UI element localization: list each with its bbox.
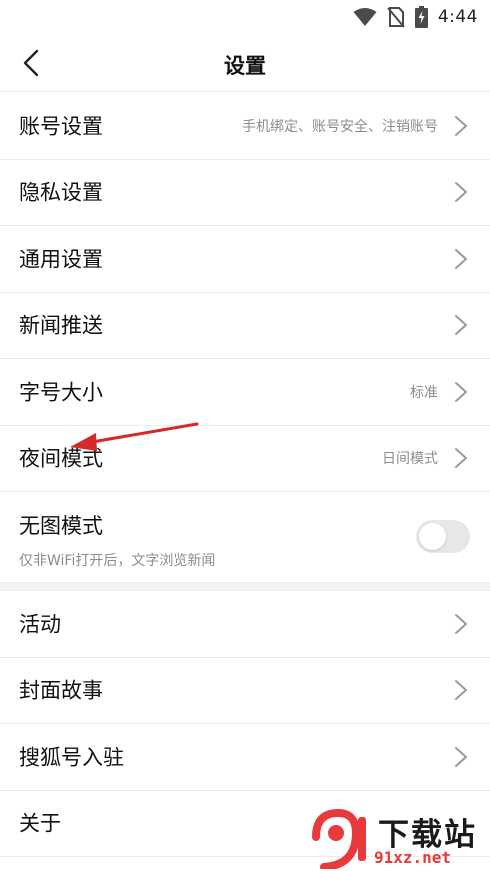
row-label: 新闻推送 — [19, 313, 103, 338]
watermark-mark-icon — [312, 808, 366, 869]
row-label: 无图模式 — [19, 514, 103, 538]
row-label: 搜狐号入驻 — [19, 745, 124, 770]
status-bar: 4:44 — [0, 0, 490, 34]
row-night-mode[interactable]: 夜间模式 日间模式 — [0, 426, 490, 492]
row-privacy-settings[interactable]: 隐私设置 — [0, 160, 490, 226]
chevron-right-icon — [455, 680, 467, 701]
section-divider — [0, 583, 490, 591]
row-label: 字号大小 — [19, 380, 103, 405]
row-label: 通用设置 — [19, 247, 103, 272]
row-cover-story[interactable]: 封面故事 — [0, 658, 490, 724]
status-time: 4:44 — [437, 7, 478, 27]
row-label: 封面故事 — [19, 678, 103, 703]
chevron-right-icon — [455, 315, 467, 336]
chevron-right-icon — [455, 448, 467, 469]
watermark-logo: 下载站 91xz.net — [310, 807, 488, 869]
nav-bar: 设置 — [0, 34, 490, 92]
wifi-icon — [353, 8, 377, 26]
row-hint: 日间模式 — [382, 451, 438, 468]
page-title: 设置 — [224, 54, 266, 78]
chevron-right-icon — [455, 182, 467, 203]
row-hint: 标准 — [410, 384, 438, 401]
row-hint: 手机绑定、账号安全、注销账号 — [242, 118, 438, 135]
battery-charging-icon — [414, 6, 428, 28]
no-sim-icon — [387, 7, 405, 28]
chevron-right-icon — [455, 746, 467, 767]
row-label: 隐私设置 — [19, 180, 103, 205]
row-label: 关于 — [19, 811, 61, 836]
row-account-settings[interactable]: 账号设置 手机绑定、账号安全、注销账号 — [0, 93, 490, 160]
row-label: 账号设置 — [19, 114, 103, 139]
row-label: 夜间模式 — [19, 446, 103, 471]
watermark-url: 91xz.net — [374, 848, 452, 867]
row-sohu-account-join[interactable]: 搜狐号入驻 — [0, 724, 490, 791]
no-image-mode-toggle[interactable] — [416, 520, 470, 553]
chevron-right-icon — [455, 115, 467, 136]
row-general-settings[interactable]: 通用设置 — [0, 226, 490, 293]
chevron-right-icon — [455, 248, 467, 269]
toggle-knob — [419, 523, 446, 550]
chevron-right-icon — [455, 613, 467, 634]
row-no-image-mode: 无图模式 仅非WiFi打开后，文字浏览新闻 — [0, 492, 490, 583]
row-label: 活动 — [19, 612, 61, 637]
row-news-push[interactable]: 新闻推送 — [0, 293, 490, 359]
chevron-right-icon — [455, 381, 467, 402]
row-description: 仅非WiFi打开后，文字浏览新闻 — [19, 553, 216, 569]
row-activities[interactable]: 活动 — [0, 591, 490, 658]
row-font-size[interactable]: 字号大小 标准 — [0, 359, 490, 426]
settings-list: 账号设置 手机绑定、账号安全、注销账号 隐私设置 通用设置 新闻推送 字号大小 … — [0, 93, 490, 857]
